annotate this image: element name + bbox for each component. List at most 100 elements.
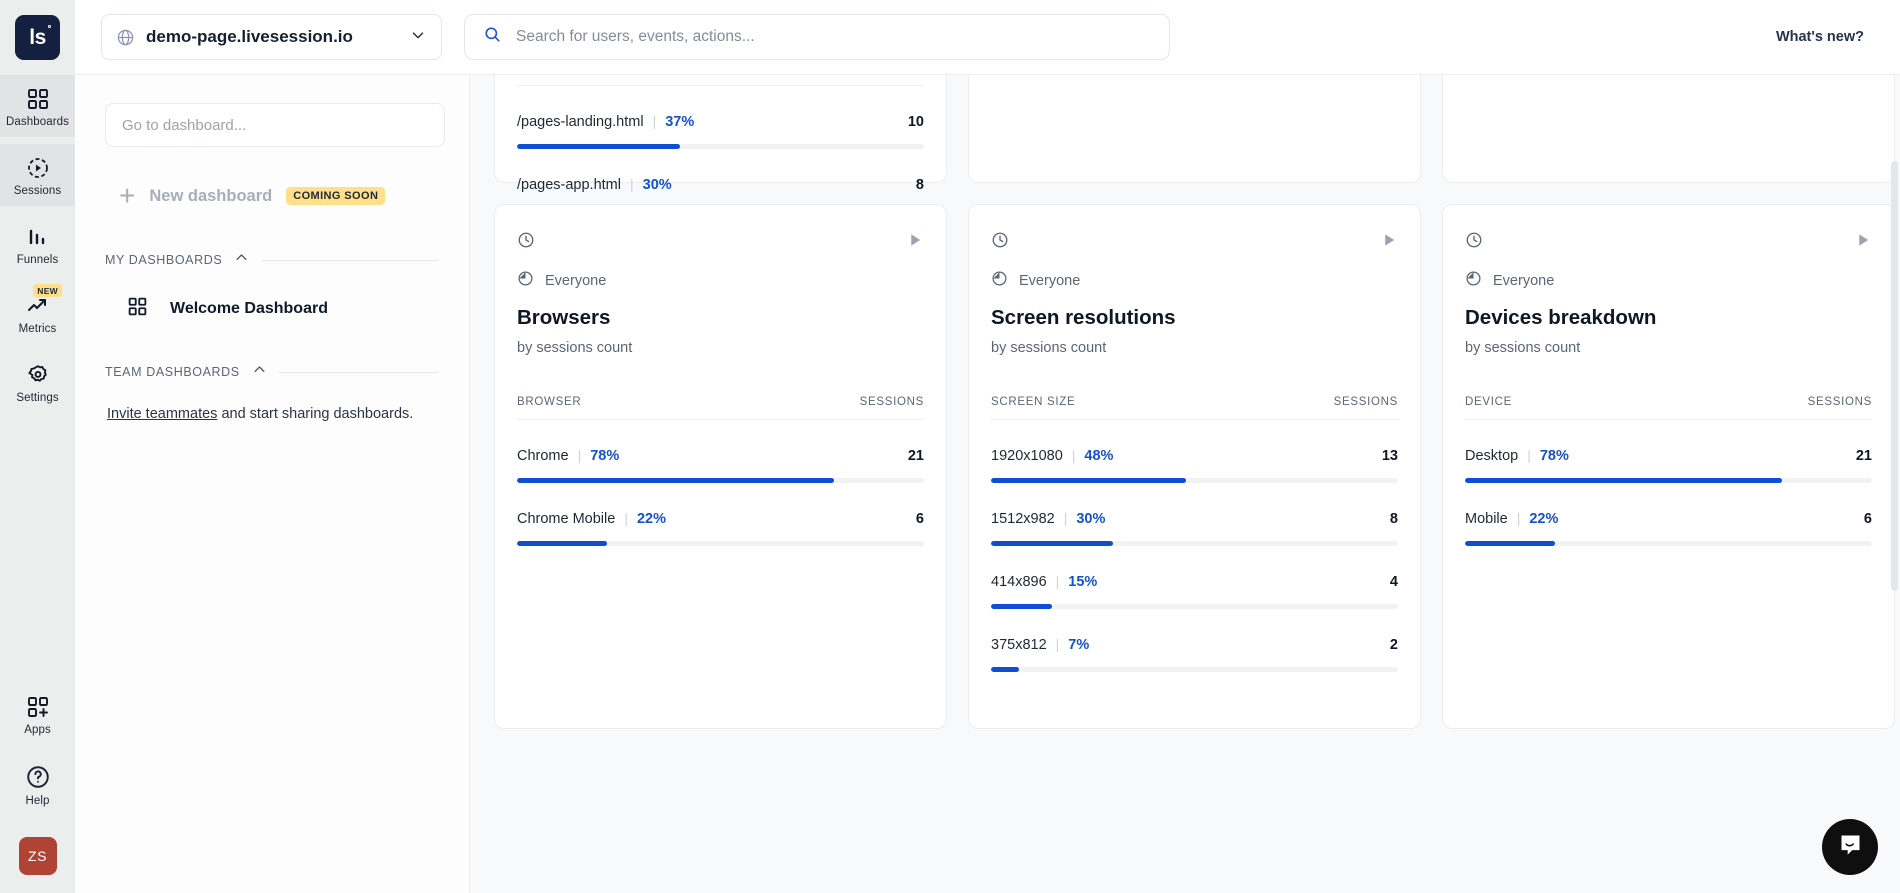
table-header: BROWSER SESSIONS bbox=[517, 396, 924, 420]
widget-card-empty-right bbox=[1442, 75, 1895, 183]
sidebar-item-help[interactable]: Help bbox=[0, 752, 75, 816]
dashboard-search-input[interactable] bbox=[122, 116, 428, 134]
dashboard-cards-area: Everyone Top pages by views count PAGE S… bbox=[470, 75, 1900, 893]
row-label: 375x812 bbox=[991, 637, 1047, 653]
table-row[interactable]: /pages-landing.html | 37% 10 bbox=[517, 113, 924, 149]
table-row[interactable]: Chrome Mobile | 22% 6 bbox=[517, 510, 924, 546]
invite-teammates-link[interactable]: Invite teammates bbox=[107, 406, 217, 422]
dashboard-search[interactable] bbox=[105, 103, 445, 147]
scrollbar-thumb[interactable] bbox=[1891, 161, 1898, 591]
column-header-label: DEVICE bbox=[1465, 396, 1513, 408]
widget-card-empty-middle bbox=[968, 75, 1421, 183]
card-header-icons bbox=[991, 231, 1398, 253]
team-dashboards-header[interactable]: TEAM DASHBOARDS bbox=[105, 362, 439, 382]
coming-soon-badge: COMING SOON bbox=[286, 187, 386, 205]
sidebar-item-metrics[interactable]: NEW Metrics bbox=[0, 282, 75, 344]
row-bar-track bbox=[1465, 541, 1872, 546]
row-separator: | bbox=[1071, 447, 1076, 463]
table-row[interactable]: 1920x1080 | 48% 13 bbox=[991, 447, 1398, 483]
row-bar-fill bbox=[517, 541, 607, 546]
site-selector[interactable]: demo-page.livesession.io bbox=[101, 14, 442, 60]
row-label-group: Desktop | 78% bbox=[1465, 447, 1569, 464]
row-bar-track bbox=[517, 144, 924, 149]
column-header-value: SESSIONS bbox=[1333, 396, 1398, 408]
chevron-down-icon bbox=[409, 26, 427, 49]
chevron-up-icon[interactable] bbox=[252, 362, 267, 382]
card-subtitle: by sessions count bbox=[1465, 340, 1581, 356]
column-header-value: SESSIONS bbox=[1807, 396, 1872, 408]
sidebar-item-settings[interactable]: Settings bbox=[0, 351, 75, 413]
widget-card-top-pages: Everyone Top pages by views count PAGE S… bbox=[494, 75, 947, 275]
row-value: 21 bbox=[1855, 448, 1872, 464]
sidebar-item-apps[interactable]: Apps bbox=[0, 683, 75, 745]
chevron-up-icon[interactable] bbox=[234, 250, 249, 270]
row-label-group: Chrome Mobile | 22% bbox=[517, 510, 666, 527]
clock-icon bbox=[991, 231, 1009, 254]
row-bar-fill bbox=[517, 144, 680, 149]
row-value: 4 bbox=[1389, 574, 1398, 590]
row-label-group: 1512x982 | 30% bbox=[991, 510, 1105, 527]
row-label: 414x896 bbox=[991, 574, 1047, 590]
row-bar-track bbox=[991, 604, 1398, 609]
row-separator: | bbox=[1055, 636, 1060, 652]
play-icon[interactable] bbox=[1854, 231, 1872, 254]
play-icon[interactable] bbox=[906, 231, 924, 254]
pie-clock-icon bbox=[991, 270, 1008, 292]
new-dashboard-button[interactable]: + New dashboard COMING SOON bbox=[105, 182, 439, 210]
search-input[interactable] bbox=[516, 28, 1151, 46]
row-bar-fill bbox=[991, 667, 1020, 672]
new-dashboard-label: New dashboard bbox=[149, 186, 273, 205]
card-audience-label: Everyone bbox=[1019, 273, 1081, 289]
row-percent: 37% bbox=[665, 114, 695, 130]
sidebar-item-funnels[interactable]: Funnels bbox=[0, 213, 75, 275]
row-separator: | bbox=[1516, 510, 1521, 526]
row-label-group: Chrome | 78% bbox=[517, 447, 619, 464]
table-header: DEVICE SESSIONS bbox=[1465, 396, 1872, 420]
row-separator: | bbox=[1527, 447, 1531, 463]
sidebar-label-metrics: Metrics bbox=[18, 323, 57, 335]
sidebar-label-settings: Settings bbox=[16, 392, 59, 404]
row-value: 8 bbox=[1389, 511, 1398, 527]
row-bar-track bbox=[517, 541, 924, 546]
table-row[interactable]: Chrome | 78% 21 bbox=[517, 447, 924, 483]
row-bar-fill bbox=[517, 478, 835, 483]
whats-new-link[interactable]: What's new? bbox=[1776, 29, 1874, 45]
plus-icon: + bbox=[119, 180, 136, 211]
question-circle-icon bbox=[25, 764, 51, 790]
row-value: 13 bbox=[1381, 448, 1398, 464]
table-row[interactable]: Mobile | 22% 6 bbox=[1465, 510, 1872, 546]
sidebar-item-dashboards[interactable]: Dashboards bbox=[0, 75, 75, 137]
team-invite-text: Invite teammates and start sharing dashb… bbox=[105, 406, 439, 422]
row-bar-fill bbox=[991, 541, 1114, 546]
row-percent: 15% bbox=[1068, 574, 1098, 590]
app-logo[interactable]: ls bbox=[0, 0, 75, 75]
gear-icon bbox=[26, 363, 50, 387]
avatar[interactable]: ZS bbox=[18, 837, 57, 875]
global-search[interactable] bbox=[464, 14, 1170, 60]
vertical-scrollbar[interactable] bbox=[1891, 151, 1898, 893]
my-dashboards-header[interactable]: MY DASHBOARDS bbox=[105, 250, 439, 270]
table-row[interactable]: 414x896 | 15% 4 bbox=[991, 573, 1398, 609]
column-header-label: SCREEN SIZE bbox=[991, 396, 1076, 408]
card-subtitle: by sessions count bbox=[991, 340, 1107, 356]
table-row[interactable]: 1512x982 | 30% 8 bbox=[991, 510, 1398, 546]
pie-clock-icon bbox=[517, 270, 534, 292]
row-percent: 22% bbox=[1529, 511, 1559, 527]
card-header-icons bbox=[1465, 231, 1872, 253]
primary-navigation-rail: ls Dashboards Sessions Funnels NEW Metri… bbox=[0, 0, 75, 893]
row-value: 10 bbox=[907, 114, 924, 130]
row-bar-track bbox=[991, 667, 1398, 672]
widget-card-screen-resolutions: Everyone Screen resolutions by sessions … bbox=[968, 204, 1421, 729]
row-label: /pages-app.html bbox=[517, 177, 621, 193]
play-icon[interactable] bbox=[1380, 231, 1398, 254]
card-header-icons bbox=[517, 231, 924, 253]
dashboard-item-welcome[interactable]: Welcome Dashboard bbox=[105, 296, 439, 322]
chat-launcher-button[interactable] bbox=[1822, 819, 1878, 875]
row-value: 6 bbox=[915, 511, 924, 527]
grid-icon bbox=[127, 296, 148, 322]
row-value: 21 bbox=[907, 448, 924, 464]
row-percent: 22% bbox=[636, 511, 666, 527]
sidebar-item-sessions[interactable]: Sessions bbox=[0, 144, 75, 206]
table-row[interactable]: Desktop | 78% 21 bbox=[1465, 447, 1872, 483]
table-row[interactable]: 375x812 | 7% 2 bbox=[991, 636, 1398, 672]
